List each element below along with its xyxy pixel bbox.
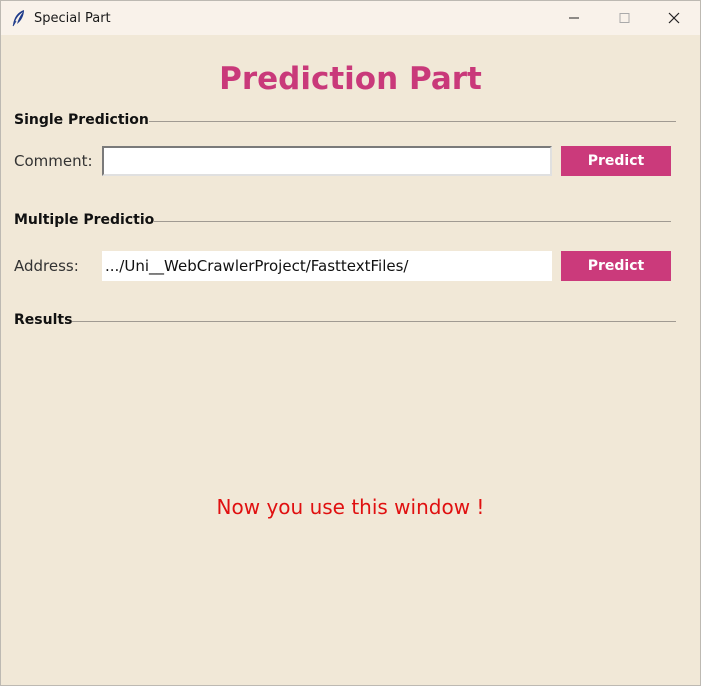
close-icon xyxy=(668,12,680,24)
comment-input[interactable] xyxy=(102,146,552,176)
title-bar[interactable]: Special Part xyxy=(1,1,700,35)
multiple-predict-button[interactable]: Predict xyxy=(561,251,671,281)
minimize-icon xyxy=(569,17,579,19)
results-label: Results xyxy=(14,312,73,328)
address-label: Address: xyxy=(14,257,79,275)
feather-icon xyxy=(10,9,26,27)
multiple-prediction-label: Multiple Predictio xyxy=(14,212,155,228)
address-input[interactable]: .../Uni__WebCrawlerProject/FasttextFiles… xyxy=(102,251,552,281)
single-predict-button[interactable]: Predict xyxy=(561,146,671,176)
section-divider xyxy=(14,321,676,322)
page-title: Prediction Part xyxy=(219,61,482,97)
single-prediction-label: Single Prediction xyxy=(14,112,149,128)
maximize-icon xyxy=(619,13,630,23)
minimize-button[interactable] xyxy=(551,1,597,35)
window-title: Special Part xyxy=(34,11,111,26)
close-button[interactable] xyxy=(651,1,697,35)
app-window: Special Part Prediction Part Single Pred… xyxy=(0,0,701,686)
maximize-button[interactable] xyxy=(601,1,647,35)
status-message: Now you use this window ! xyxy=(216,495,485,519)
comment-label: Comment: xyxy=(14,152,93,170)
